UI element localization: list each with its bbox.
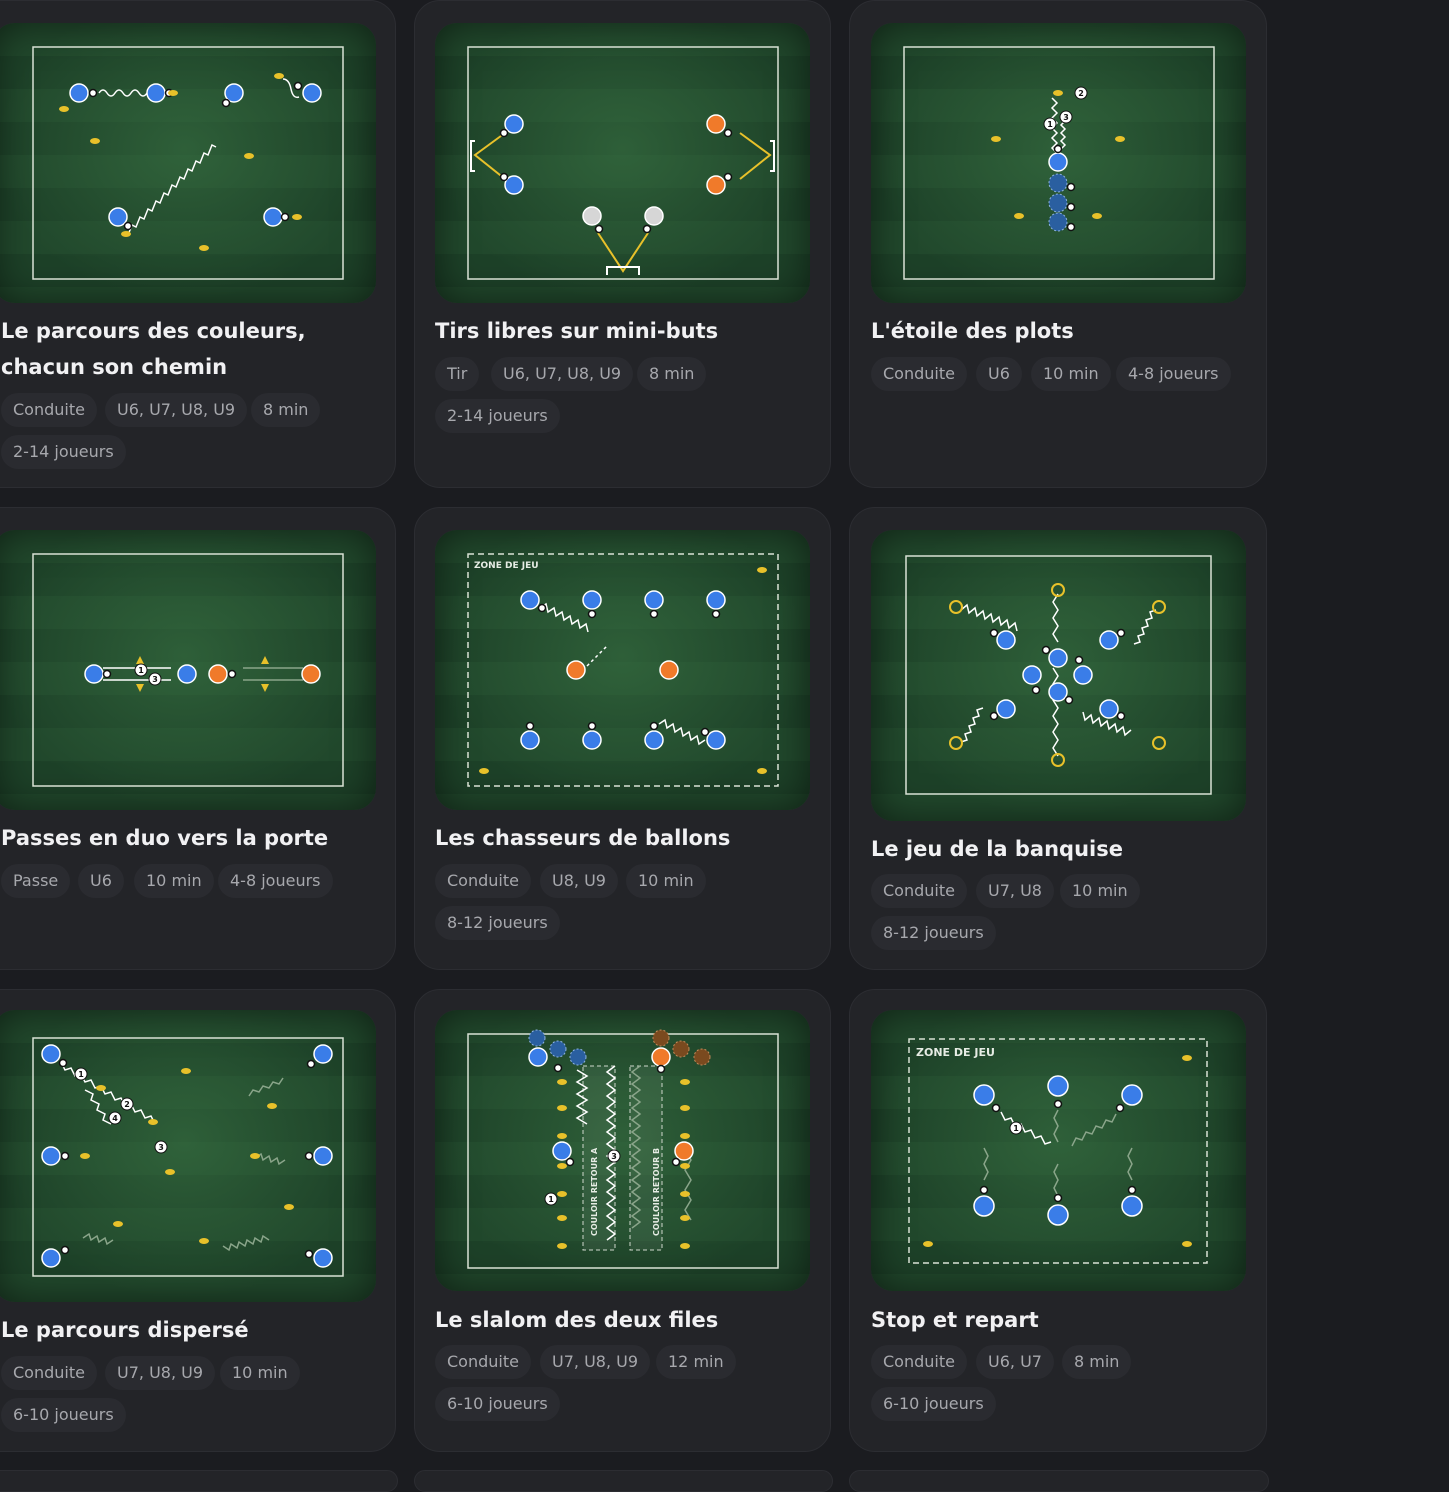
drill-card[interactable]: Le jeu de la banquise Conduite U7, U8 10… — [849, 507, 1267, 970]
tag-duration: 10 min — [1031, 357, 1111, 391]
drill-card-next[interactable] — [414, 1470, 833, 1492]
tag-category: Conduite — [1, 1356, 97, 1390]
svg-text:4: 4 — [112, 1114, 118, 1123]
zone-label: ZONE DE JEU — [474, 561, 539, 571]
tag-category: Passe — [1, 864, 71, 898]
tag-duration: 8 min — [1062, 1345, 1132, 1379]
tag-ages: U6, U7, U8, U9 — [105, 393, 248, 427]
drill-title[interactable]: L'étoile des plots — [871, 313, 1074, 349]
drill-title[interactable]: Le parcours des couleurs, chacun son che… — [1, 313, 306, 385]
svg-text:3: 3 — [1063, 113, 1069, 122]
tag-players: 6-10 joueurs — [435, 1387, 560, 1421]
svg-text:2: 2 — [1078, 89, 1084, 98]
tag-category: Conduite — [435, 864, 531, 898]
tag-players: 4-8 joueurs — [218, 864, 333, 898]
drill-diagram: ZONE DE JEU 1 — [871, 1010, 1246, 1291]
tag-category: Conduite — [871, 357, 967, 391]
tag-players: 6-10 joueurs — [871, 1387, 996, 1421]
tag-ages: U6, U7, U8, U9 — [491, 357, 634, 391]
drill-title[interactable]: Le slalom des deux files — [435, 1302, 718, 1338]
tag-players: 2-14 joueurs — [435, 399, 560, 433]
tag-category: Conduite — [871, 1345, 967, 1379]
drill-diagram — [0, 23, 376, 303]
drill-title[interactable]: Passes en duo vers la porte — [1, 820, 328, 856]
drill-card[interactable]: 13 Passes en duo vers la porte Passe U6 … — [0, 507, 396, 970]
drill-diagram — [871, 530, 1246, 821]
svg-text:3: 3 — [611, 1152, 617, 1161]
tag-ages: U7, U8, U9 — [540, 1345, 651, 1379]
drill-card-next[interactable] — [0, 1470, 398, 1492]
drill-title[interactable]: Le jeu de la banquise — [871, 831, 1123, 867]
svg-text:1: 1 — [1047, 120, 1053, 129]
tag-players: 6-10 joueurs — [1, 1398, 126, 1432]
drill-title[interactable]: Tirs libres sur mini-buts — [435, 313, 718, 349]
drill-diagram: 1 24 3 — [0, 1010, 376, 1302]
tag-duration: 10 min — [134, 864, 214, 898]
svg-text:1: 1 — [1013, 1124, 1019, 1133]
drill-diagram: ZONE DE JEU — [435, 530, 810, 810]
drill-card[interactable]: ZONE DE JEU Les chasseurs de ballons Con… — [414, 507, 831, 970]
tag-players: 4-8 joueurs — [1116, 357, 1231, 391]
svg-text:2: 2 — [124, 1100, 130, 1109]
zone-label: ZONE DE JEU — [916, 1046, 995, 1059]
drill-diagram: 13 — [0, 530, 376, 810]
drill-card[interactable]: Le parcours des couleurs, chacun son che… — [0, 0, 396, 488]
tag-ages: U7, U8 — [976, 874, 1054, 908]
drill-card[interactable]: 1 24 3 Le parcours dispersé Conduite U7, U… — [0, 989, 396, 1452]
drill-diagram: COULOIR RETOUR A COULOIR RETOUR B 1 3 — [435, 1010, 810, 1291]
tag-ages: U6 — [976, 357, 1022, 391]
svg-text:3: 3 — [152, 675, 158, 684]
corridor-a-label: COULOIR RETOUR A — [590, 1147, 599, 1236]
tag-duration: 12 min — [656, 1345, 736, 1379]
tag-duration: 10 min — [1060, 874, 1140, 908]
svg-text:1: 1 — [138, 666, 144, 675]
tag-category: Conduite — [871, 874, 967, 908]
tag-category: Conduite — [1, 393, 97, 427]
tag-duration: 10 min — [626, 864, 706, 898]
tag-players: 8-12 joueurs — [435, 906, 560, 940]
tag-duration: 10 min — [220, 1356, 300, 1390]
svg-text:1: 1 — [78, 1070, 84, 1079]
drill-title[interactable]: Les chasseurs de ballons — [435, 820, 730, 856]
svg-text:3: 3 — [158, 1143, 164, 1152]
tag-players: 8-12 joueurs — [871, 916, 996, 950]
drill-card[interactable]: ZONE DE JEU 1 Stop et repart Conduite U6… — [849, 989, 1267, 1452]
drill-title[interactable]: Stop et repart — [871, 1302, 1039, 1338]
svg-text:1: 1 — [548, 1195, 554, 1204]
drill-diagram: 2 1 3 — [871, 23, 1246, 303]
corridor-b-label: COULOIR RETOUR B — [652, 1148, 661, 1236]
drill-card[interactable]: COULOIR RETOUR A COULOIR RETOUR B 1 3 Le… — [414, 989, 831, 1452]
tag-players: 2-14 joueurs — [1, 435, 126, 469]
drill-card-next[interactable] — [849, 1470, 1269, 1492]
drill-title[interactable]: Le parcours dispersé — [1, 1312, 249, 1348]
tag-ages: U8, U9 — [540, 864, 618, 898]
tag-ages: U6, U7 — [976, 1345, 1054, 1379]
tag-category: Tir — [435, 357, 480, 391]
tag-ages: U7, U8, U9 — [105, 1356, 216, 1390]
drill-card[interactable]: 2 1 3 L'étoile des plots Conduite U6 10 mi… — [849, 0, 1267, 488]
tag-duration: 8 min — [251, 393, 321, 427]
drill-card[interactable]: Tirs libres sur mini-buts Tir U6, U7, U8… — [414, 0, 831, 488]
tag-duration: 8 min — [637, 357, 707, 391]
tag-ages: U6 — [78, 864, 124, 898]
drill-diagram — [435, 23, 810, 303]
tag-category: Conduite — [435, 1345, 531, 1379]
